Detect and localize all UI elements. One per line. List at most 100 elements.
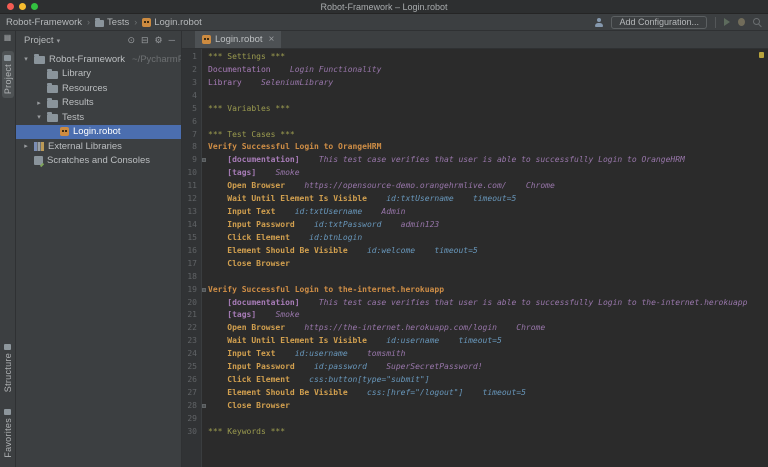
- code-line-16[interactable]: Element Should Be Visible id:welcome tim…: [208, 245, 768, 258]
- search-icon[interactable]: [753, 18, 762, 27]
- code-line-12[interactable]: Wait Until Element Is Visible id:txtUser…: [208, 193, 768, 206]
- locate-icon[interactable]: ⊙: [127, 36, 135, 45]
- code-line-2[interactable]: Documentation Login Functionality: [208, 64, 768, 77]
- project-panel-title-button[interactable]: Project ▾: [24, 35, 60, 46]
- code-line-6[interactable]: [208, 116, 768, 129]
- code-line-29[interactable]: [208, 413, 768, 426]
- close-icon[interactable]: ×: [269, 34, 275, 45]
- code-line-9[interactable]: [documentation] This test case verifies …: [208, 154, 768, 167]
- breadcrumb-project[interactable]: Robot-Framework: [6, 17, 82, 28]
- code-token: Open Browser: [208, 323, 285, 332]
- code-line-7[interactable]: *** Test Cases ***: [208, 129, 768, 142]
- tree-item-resources[interactable]: Resources: [16, 81, 181, 96]
- tree-item-tests[interactable]: ▾Tests: [16, 110, 181, 125]
- code-lines: *** Settings *** Documentation Login Func…: [202, 49, 768, 467]
- code-line-5[interactable]: *** Variables ***: [208, 103, 768, 116]
- stripe-bottom: Structure Favorites: [2, 340, 14, 462]
- tree-item-robot-framework[interactable]: ▾Robot-Framework~/PycharmProjects/R: [16, 52, 181, 67]
- code-line-26[interactable]: Click Element css:button[type="submit"]: [208, 374, 768, 387]
- line-number: 28: [182, 400, 201, 413]
- fold-marker-icon[interactable]: [202, 404, 206, 408]
- hide-icon[interactable]: ─: [169, 36, 175, 45]
- tree-item-library[interactable]: Library: [16, 67, 181, 82]
- code-token: SuperSecretPassword!: [367, 362, 483, 371]
- close-window-button[interactable]: [7, 3, 14, 10]
- tree-item-login-robot[interactable]: Login.robot: [16, 125, 181, 140]
- collapse-all-icon[interactable]: ⊟: [141, 36, 149, 45]
- chevron-down-icon: ▾: [57, 37, 61, 45]
- tool-button-structure[interactable]: Structure: [2, 340, 14, 396]
- code-line-20[interactable]: [documentation] This test case verifies …: [208, 297, 768, 310]
- code-line-15[interactable]: Click Element id:btnLogin: [208, 232, 768, 245]
- code-token: [tags]: [208, 168, 256, 177]
- navigation-bar: Robot-Framework › Tests › Login.robot Ad…: [0, 14, 768, 31]
- code-line-23[interactable]: Wait Until Element Is Visible id:usernam…: [208, 335, 768, 348]
- code-line-30[interactable]: *** Keywords ***: [208, 426, 768, 439]
- code-line-8[interactable]: Verify Successful Login to OrangeHRM: [208, 141, 768, 154]
- code-line-19[interactable]: Verify Successful Login to the-internet.…: [208, 284, 768, 297]
- code-line-21[interactable]: [tags] Smoke: [208, 309, 768, 322]
- chevron-right-icon[interactable]: ▸: [35, 99, 43, 107]
- code-line-1[interactable]: *** Settings ***: [208, 51, 768, 64]
- line-number: 16: [182, 245, 201, 258]
- settings-gear-icon[interactable]: ⚙: [155, 36, 163, 45]
- tool-button-favorites[interactable]: Favorites: [2, 405, 14, 462]
- tool-button-label: Favorites: [3, 418, 13, 458]
- fold-marker-icon[interactable]: [202, 158, 206, 162]
- inspection-marker-icon[interactable]: [759, 52, 764, 58]
- code-line-10[interactable]: [tags] Smoke: [208, 167, 768, 180]
- tree-item-label: External Libraries: [48, 141, 122, 152]
- tab-login-robot[interactable]: Login.robot ×: [195, 31, 281, 48]
- chevron-down-icon[interactable]: ▾: [22, 55, 30, 63]
- code-line-27[interactable]: Element Should Be Visible css:[href="/lo…: [208, 387, 768, 400]
- project-panel-title: Project: [24, 35, 54, 46]
- code-token: Click Element: [208, 233, 290, 242]
- tree-item-scratches-and-consoles[interactable]: Scratches and Consoles: [16, 154, 181, 169]
- code-token: id:username: [367, 336, 439, 345]
- code-line-3[interactable]: Library SeleniumLibrary: [208, 77, 768, 90]
- tool-windows-icon[interactable]: ▦: [4, 34, 12, 42]
- add-configuration-button[interactable]: Add Configuration...: [611, 16, 707, 29]
- code-line-4[interactable]: [208, 90, 768, 103]
- code-line-24[interactable]: Input Text id:username tomsmith: [208, 348, 768, 361]
- code-token: *** Settings ***: [208, 52, 285, 61]
- code-line-25[interactable]: Input Password id:password SuperSecretPa…: [208, 361, 768, 374]
- code-line-14[interactable]: Input Password id:txtPassword admin123: [208, 219, 768, 232]
- robot-file-icon: [142, 18, 151, 27]
- breadcrumb-tests[interactable]: Tests: [95, 17, 129, 28]
- stripe-top: ▦ Project: [2, 34, 14, 98]
- minimize-window-button[interactable]: [19, 3, 26, 10]
- chevron-right-icon[interactable]: ▸: [22, 142, 30, 150]
- folder-icon: [47, 114, 58, 122]
- tool-button-project[interactable]: Project: [2, 51, 14, 98]
- code-line-22[interactable]: Open Browser https://the-internet.heroku…: [208, 322, 768, 335]
- tree-item-external-libraries[interactable]: ▸ External Libraries: [16, 139, 181, 154]
- code-editor[interactable]: 1234567891011121314151617181920212223242…: [182, 49, 768, 467]
- folder-icon: [47, 100, 58, 108]
- breadcrumb-label: Login.robot: [154, 17, 202, 28]
- project-toolbar: ⊙ ⊟ ⚙ ─: [127, 36, 175, 45]
- code-line-13[interactable]: Input Text id:txtUsername Admin: [208, 206, 768, 219]
- code-token: Input Text: [208, 349, 275, 358]
- code-line-28[interactable]: Close Browser: [208, 400, 768, 413]
- folder-icon: [34, 56, 45, 64]
- breadcrumb-file[interactable]: Login.robot: [142, 17, 202, 28]
- code-token: timeout=5: [463, 388, 526, 397]
- ide-window: Robot-Framework – Login.robot Robot-Fram…: [0, 0, 768, 467]
- code-line-18[interactable]: [208, 271, 768, 284]
- code-token: Login Functionality: [271, 65, 382, 74]
- code-line-17[interactable]: Close Browser: [208, 258, 768, 271]
- chevron-down-icon[interactable]: ▾: [35, 113, 43, 121]
- tree-item-results[interactable]: ▸Results: [16, 96, 181, 111]
- code-token: Input Password: [208, 220, 295, 229]
- user-icon[interactable]: [594, 18, 603, 27]
- run-icon[interactable]: [724, 18, 730, 26]
- code-line-11[interactable]: Open Browser https://opensource-demo.ora…: [208, 180, 768, 193]
- zoom-window-button[interactable]: [31, 3, 38, 10]
- scratches-icon: [34, 156, 43, 165]
- code-token: https://the-internet.herokuapp.com/login: [285, 323, 497, 332]
- code-token: Wait Until Element Is Visible: [208, 194, 367, 203]
- line-number: 30: [182, 426, 201, 439]
- debug-icon[interactable]: [738, 18, 745, 26]
- fold-marker-icon[interactable]: [202, 288, 206, 292]
